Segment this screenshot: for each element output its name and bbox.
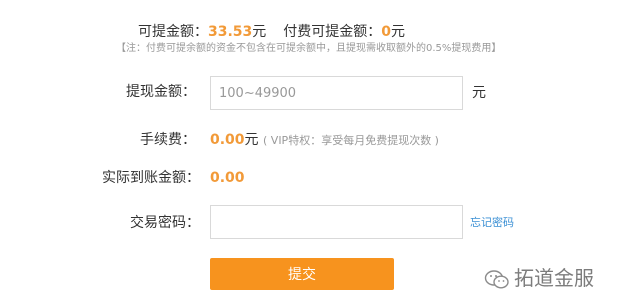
fee-value: 0.00 (210, 132, 245, 148)
balance-note: 【注：付费可提余额的资金不包含在可提余额中，且提现需收取额外的0.5%提现费用】 (116, 43, 502, 54)
withdraw-amount-input[interactable] (210, 76, 463, 110)
withdraw-amount-unit: 元 (472, 85, 486, 101)
balance-line: 可提金额：33.53元 付费可提金额：0元 (138, 22, 405, 42)
wechat-icon (484, 269, 510, 291)
withdrawable-unit: 元 (252, 24, 267, 40)
watermark: 拓道金服 (484, 266, 594, 291)
watermark-text: 拓道金服 (514, 266, 594, 290)
withdrawable-value: 33.53 (208, 24, 253, 40)
paid-withdrawable-unit: 元 (390, 24, 405, 40)
trade-password-label: 交易密码： (130, 215, 200, 231)
fee-vip-note: ( VIP特权：享受每月免费提现次数 ) (263, 134, 439, 147)
trade-password-input[interactable] (210, 205, 463, 239)
actual-amount-label: 实际到账金额： (102, 170, 200, 186)
paid-withdrawable-label: 付费可提金额： (283, 24, 382, 40)
fee-line: 0.00元 ( VIP特权：享受每月免费提现次数 ) (210, 130, 439, 151)
withdraw-amount-label: 提现金额： (126, 84, 196, 100)
fee-label: 手续费： (140, 132, 196, 148)
paid-withdrawable-value: 0 (381, 24, 391, 40)
forgot-password-link[interactable]: 忘记密码 (470, 215, 514, 231)
actual-amount-value: 0.00 (210, 170, 245, 186)
withdrawable-label: 可提金额： (138, 24, 208, 40)
submit-button[interactable]: 提交 (210, 258, 394, 290)
fee-unit: 元 (244, 132, 259, 148)
